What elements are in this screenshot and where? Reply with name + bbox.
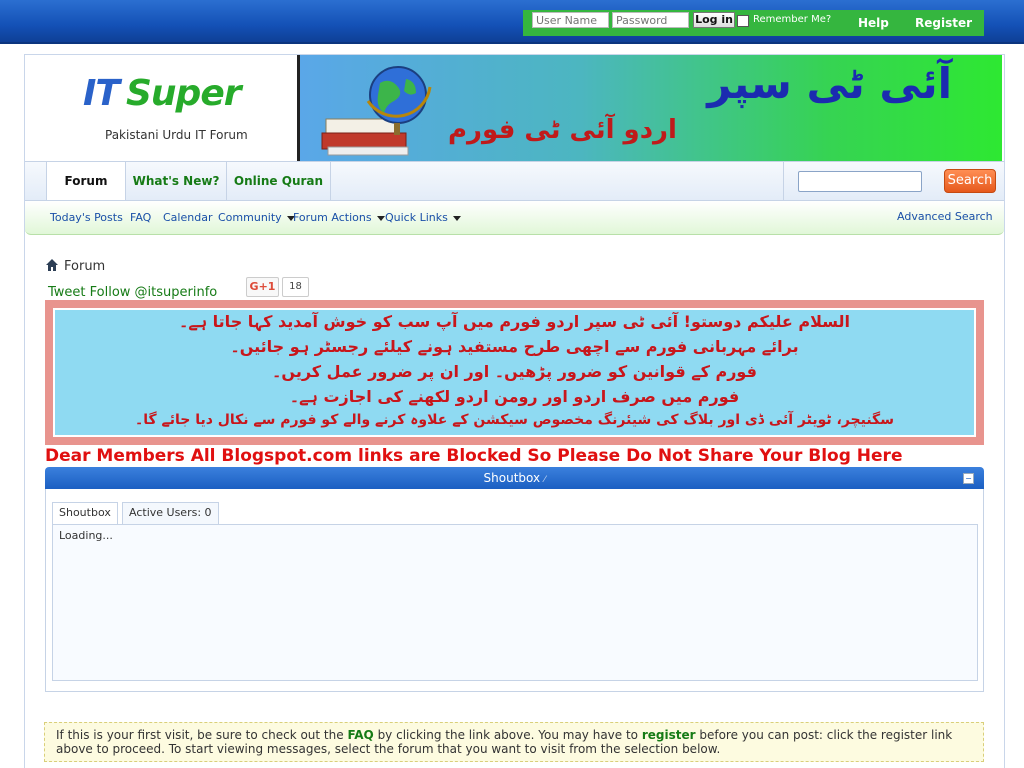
username-input[interactable] xyxy=(532,12,609,28)
tab-shoutbox[interactable]: Shoutbox xyxy=(52,502,118,524)
banner-subtitle: اردو آئی ٹی فورم xyxy=(448,115,677,145)
notice-line: سگنیچر، ٹویٹر آئی ڈی اور بلاگ کی شیئرنگ … xyxy=(135,412,894,428)
welcome-text: If this is your first visit, be sure to … xyxy=(56,728,348,742)
tab-forum[interactable]: Forum xyxy=(46,162,126,200)
todays-posts-link[interactable]: Today's Posts xyxy=(50,211,123,224)
login-bar: Log in Remember Me? Help Register xyxy=(523,10,984,36)
calendar-link[interactable]: Calendar xyxy=(163,211,212,224)
register-inline-link[interactable]: register xyxy=(642,728,696,742)
community-menu[interactable]: Community xyxy=(218,211,295,224)
forum-rules-notice: السلام علیکم دوستو! آئی ٹی سپر اردو فورم… xyxy=(45,300,984,445)
search-input[interactable] xyxy=(798,171,922,192)
search-area: Search xyxy=(783,162,1004,200)
loading-text: Loading... xyxy=(59,529,113,542)
sub-nav: Today's Posts FAQ Calendar Community For… xyxy=(25,201,1004,235)
quick-links-menu[interactable]: Quick Links xyxy=(385,211,461,224)
forum-actions-menu[interactable]: Forum Actions xyxy=(293,211,385,224)
password-input[interactable] xyxy=(612,12,689,28)
community-label: Community xyxy=(218,211,282,224)
home-icon[interactable] xyxy=(45,258,59,272)
help-link[interactable]: Help xyxy=(858,16,889,30)
chevron-down-icon xyxy=(376,215,385,221)
gplus-count: 18 xyxy=(282,277,309,297)
site-tagline: Pakistani Urdu IT Forum xyxy=(105,128,248,142)
top-bar: Log in Remember Me? Help Register xyxy=(0,0,1024,44)
globe-icon xyxy=(321,66,432,156)
notice-line: برائے مہربانی فورم سے اچھی طرح مستفید ہو… xyxy=(230,337,799,356)
advanced-search-link[interactable]: Advanced Search xyxy=(897,210,993,223)
tab-whats-new[interactable]: What's New? xyxy=(126,162,227,200)
welcome-notice: If this is your first visit, be sure to … xyxy=(44,722,984,762)
notice-line: فورم کے قوانین کو ضرور پڑھیں۔ اور ان پر … xyxy=(272,362,757,381)
shoutbox-body: Shoutbox Active Users: 0 Loading... xyxy=(45,489,984,692)
tab-online-quran[interactable]: Online Quran xyxy=(227,162,331,200)
breadcrumb[interactable]: Forum xyxy=(64,259,105,274)
forum-actions-label: Forum Actions xyxy=(293,211,372,224)
gplus-button[interactable]: G+1 xyxy=(246,277,279,297)
remember-me-label: Remember Me? xyxy=(753,14,832,25)
site-logo[interactable]: IT Super Pakistani Urdu IT Forum xyxy=(25,55,297,161)
logo-it-text: IT xyxy=(83,73,120,114)
notice-line: السلام علیکم دوستو! آئی ٹی سپر اردو فورم… xyxy=(178,312,851,331)
edit-icon[interactable]: ⁄ xyxy=(544,475,546,485)
main-nav: Forum What's New? Online Quran Search xyxy=(25,161,1004,201)
remember-me-checkbox[interactable] xyxy=(737,15,749,27)
logo-super-text: Super xyxy=(126,73,241,114)
shoutbox-content: Loading... xyxy=(52,524,978,681)
quick-links-label: Quick Links xyxy=(385,211,448,224)
register-link[interactable]: Register xyxy=(915,16,972,30)
login-button[interactable]: Log in xyxy=(693,12,735,28)
blog-warning: Dear Members All Blogspot.com links are … xyxy=(45,446,903,466)
tab-active-users[interactable]: Active Users: 0 xyxy=(122,502,219,524)
faq-inline-link[interactable]: FAQ xyxy=(347,728,373,742)
welcome-text: by clicking the link above. You may have… xyxy=(373,728,642,742)
search-button[interactable]: Search xyxy=(944,169,996,193)
banner-title: آئی ٹی سپر xyxy=(707,59,952,108)
header-banner: آئی ٹی سپر اردو آئی ٹی فورم xyxy=(297,55,1002,161)
faq-link[interactable]: FAQ xyxy=(130,211,151,224)
collapse-icon[interactable]: − xyxy=(963,473,974,484)
chevron-down-icon xyxy=(452,215,461,221)
shoutbox-header: Shoutbox ⁄ − xyxy=(45,467,984,489)
notice-line: فورم میں صرف اردو اور رومن اردو لکھنے کی… xyxy=(289,387,740,406)
tweet-follow-link[interactable]: Tweet Follow @itsuperinfo xyxy=(48,285,217,300)
shoutbox-title: Shoutbox xyxy=(483,471,541,485)
